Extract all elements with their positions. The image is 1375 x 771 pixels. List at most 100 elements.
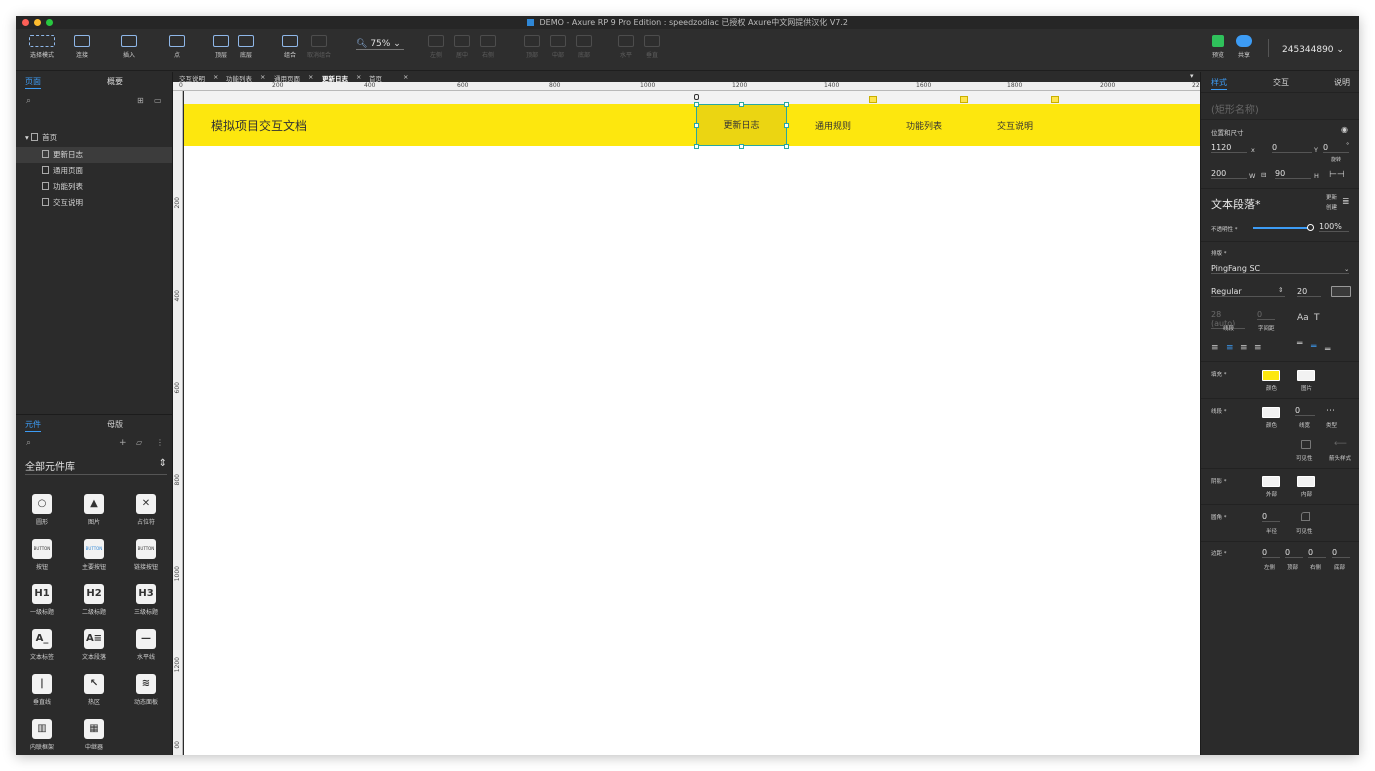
corner-visibility-icon[interactable] [1301,512,1310,521]
tab-notes[interactable]: 说明 [1334,77,1350,88]
corner-radius-input[interactable]: 0 [1262,512,1280,522]
align-bottom-button[interactable]: 底部 [574,35,594,59]
widget-item[interactable]: ▦ 中继器 [68,719,120,751]
library-select[interactable]: 全部元件库 ⇕ [25,458,167,475]
align-justify-icon[interactable]: ≡ [1254,343,1262,353]
insert-button[interactable]: 插入 [114,35,144,59]
widget-item[interactable]: BUTTON 链接按钮 [120,539,172,571]
zoom-select[interactable]: 🔍︎ 75% ⌄ [356,39,404,50]
resize-handle[interactable] [784,123,789,128]
resize-handle[interactable] [739,144,744,149]
style-manager-icon[interactable]: ≣ [1342,197,1350,207]
close-tab-icon[interactable]: × [260,73,265,81]
padding-top-input[interactable]: 0 [1285,548,1303,558]
distribute-vertical-button[interactable]: 垂直 [642,35,662,59]
widget-item[interactable]: ▥ 内联框架 [16,719,68,751]
padding-left-input[interactable]: 0 [1262,548,1280,558]
valign-bottom-icon[interactable]: ═ [1325,345,1330,355]
add-page-icon[interactable]: ⊞ [137,96,144,105]
close-tab-icon[interactable]: × [403,73,408,81]
align-top-button[interactable]: 顶部 [522,35,542,59]
add-folder-icon[interactable]: ▭ [154,96,162,105]
nav-item-interaction-notes[interactable]: 交互说明 [980,119,1050,132]
widget-item[interactable]: ✕ 占位符 [120,494,172,526]
widget-item[interactable]: ≋ 动态面板 [120,674,172,706]
interaction-marker-icon[interactable] [1051,96,1059,103]
tree-item-home[interactable]: ▾ 首页 [25,130,57,146]
share-button[interactable]: 共享 [1232,35,1256,59]
distribute-horizontal-button[interactable]: 水平 [616,35,636,59]
align-right-icon[interactable]: ≡ [1240,343,1248,353]
widget-item[interactable]: H3 三级标题 [120,584,172,616]
widget-item[interactable]: ○ 圆形 [16,494,68,526]
bring-to-front-button[interactable]: 顶层 [209,35,233,59]
outer-shadow-swatch[interactable] [1262,476,1280,487]
tree-item-interaction-notes[interactable]: 交互说明 [42,195,83,211]
page-title[interactable]: 模拟项目交互文档 [211,117,307,134]
text-style-icon[interactable]: Aa [1297,313,1309,323]
align-center-icon[interactable]: ≡ [1226,343,1234,353]
design-canvas[interactable]: 模拟项目交互文档 更新日志 通用规则 功能列表 交互说明 [184,91,1200,755]
tab-interactions[interactable]: 交互 [1273,77,1289,88]
ungroup-button[interactable]: 取消组合 [304,35,334,59]
tab-masters[interactable]: 母版 [107,419,123,430]
font-color-swatch[interactable] [1331,286,1351,297]
close-window-icon[interactable] [22,19,29,26]
create-style-button[interactable]: 创建 [1326,203,1337,211]
font-weight-select[interactable]: Regular [1211,287,1285,297]
close-tab-icon[interactable]: × [356,73,361,81]
header-rectangle[interactable]: 模拟项目交互文档 更新日志 通用规则 功能列表 交互说明 [184,104,1200,146]
widget-item[interactable]: H1 一级标题 [16,584,68,616]
add-library-icon[interactable]: + [119,438,127,448]
style-name[interactable]: 文本段落* [1211,196,1261,212]
font-family-select[interactable]: PingFang SC [1211,264,1349,274]
char-spacing-input[interactable]: 0 [1257,310,1275,320]
opacity-input[interactable]: 100% [1319,222,1349,232]
width-input[interactable]: 200 [1211,169,1247,179]
widget-item[interactable]: | 垂直线 [16,674,68,706]
update-style-button[interactable]: 更新 [1326,193,1337,201]
valign-middle-icon[interactable]: ═ [1311,342,1316,352]
opacity-slider[interactable] [1253,227,1311,229]
resize-handle[interactable] [784,144,789,149]
tree-item-update-log[interactable]: 更新日志 [16,147,172,163]
border-color-swatch[interactable] [1262,407,1280,418]
align-middle-button[interactable]: 中部 [548,35,568,59]
height-input[interactable]: 90 [1275,169,1311,179]
resize-handle[interactable] [694,144,699,149]
resize-handle[interactable] [739,102,744,107]
interaction-marker-icon[interactable] [960,96,968,103]
preview-button[interactable]: 预览 [1208,35,1228,59]
opacity-slider-handle[interactable] [1307,224,1314,231]
rotate-handle[interactable] [694,94,699,100]
nav-item-update-log-selected[interactable]: 更新日志 [696,104,787,146]
tab-pages[interactable]: 页面 [25,76,41,89]
library-icon[interactable]: ▱ [136,438,142,447]
interaction-marker-icon[interactable] [869,96,877,103]
tab-widgets[interactable]: 元件 [25,419,41,432]
widget-item[interactable]: ↖ 热区 [68,674,120,706]
widget-item[interactable]: A_ 文本标签 [16,629,68,661]
align-center-button[interactable]: 居中 [452,35,472,59]
fill-image-swatch[interactable] [1297,370,1315,381]
resize-handle[interactable] [784,102,789,107]
widget-item[interactable]: BUTTON 按钮 [16,539,68,571]
y-input[interactable]: 0 [1272,143,1312,153]
fit-width-icon[interactable]: ⊢⊣ [1329,170,1345,180]
widget-item[interactable]: — 水平线 [120,629,172,661]
align-left-button[interactable]: 左侧 [426,35,446,59]
border-width-input[interactable]: 0 [1295,406,1315,416]
tabs-overflow-icon[interactable]: ▾ [1190,72,1194,80]
border-type-icon[interactable]: ⋯ [1326,406,1335,416]
minimize-window-icon[interactable] [34,19,41,26]
border-visibility-icon[interactable] [1301,440,1311,449]
padding-right-input[interactable]: 0 [1308,548,1326,558]
widget-item[interactable]: ▲ 图片 [68,494,120,526]
tree-item-feature-list[interactable]: 功能列表 [42,179,83,195]
eye-icon[interactable]: ◉ [1341,125,1348,134]
search-icon[interactable]: ⌕ [26,438,31,448]
text-shadow-icon[interactable]: T [1314,313,1320,323]
search-icon[interactable]: ⌕ [26,96,31,106]
tree-item-common-page[interactable]: 通用页面 [42,163,83,179]
widget-item[interactable]: A≡ 文本段落 [68,629,120,661]
